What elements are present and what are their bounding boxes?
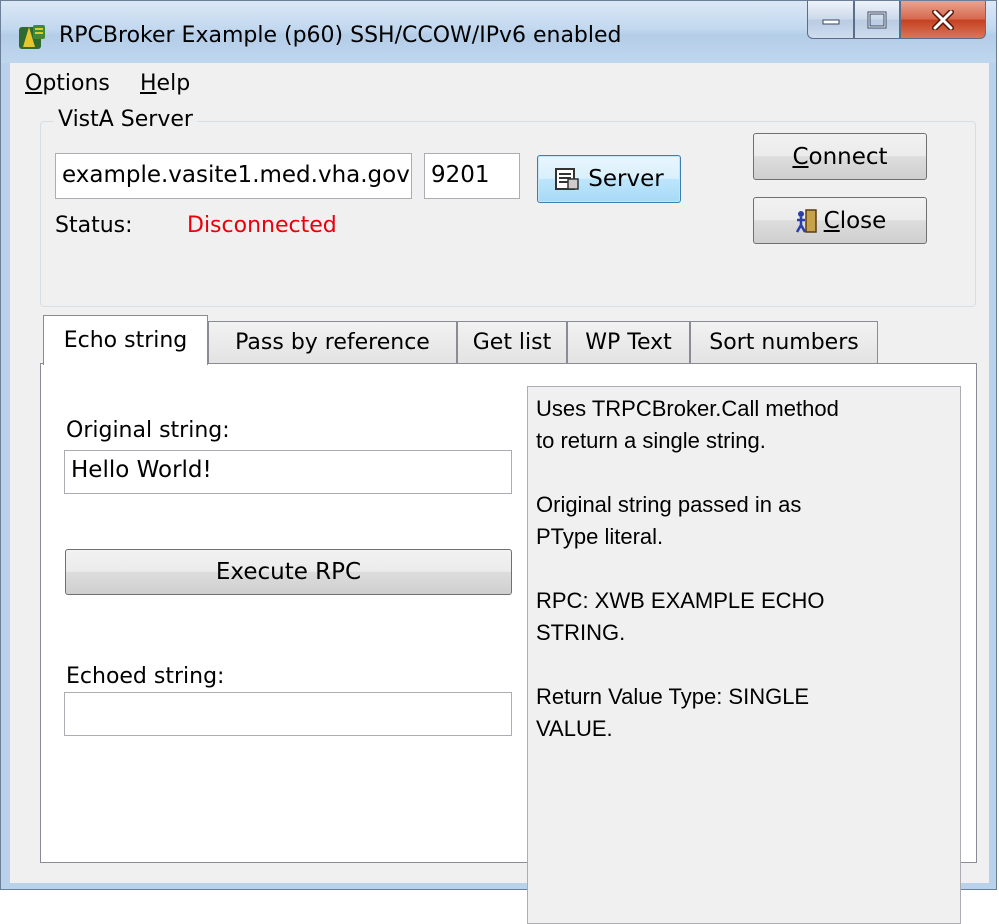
description-line: PType literal.: [536, 524, 664, 549]
door-exit-icon: [795, 208, 817, 233]
connect-button[interactable]: Connect: [753, 133, 927, 180]
minimize-button[interactable]: [807, 1, 854, 39]
description-line: to return a single string.: [536, 428, 766, 453]
maximize-icon: [867, 11, 887, 28]
title-bar[interactable]: RPCBroker Example (p60) SSH/CCOW/IPv6 en…: [1, 1, 996, 63]
menu-options[interactable]: Options: [25, 71, 110, 96]
server-button[interactable]: Server: [537, 155, 681, 203]
tab-sort-numbers[interactable]: Sort numbers: [690, 321, 878, 363]
status-label: Status:: [55, 213, 133, 238]
description-line: VALUE.: [536, 716, 613, 741]
echoed-string-input[interactable]: [64, 692, 512, 736]
status-value: Disconnected: [187, 213, 337, 238]
description-line: [536, 553, 952, 585]
maximize-button[interactable]: [854, 1, 900, 39]
execute-rpc-button[interactable]: Execute RPC: [65, 549, 512, 595]
description-line: RPC: XWB EXAMPLE ECHO: [536, 588, 825, 613]
close-button[interactable]: Close: [753, 197, 927, 244]
menu-bar: Options Help: [10, 63, 989, 103]
minimize-icon: [822, 19, 839, 24]
window-title: RPCBroker Example (p60) SSH/CCOW/IPv6 en…: [59, 23, 622, 48]
description-line: [536, 457, 952, 489]
tab-echo-string[interactable]: Echo string: [43, 315, 208, 365]
echoed-string-label: Echoed string:: [66, 664, 225, 689]
description-line: STRING.: [536, 620, 626, 645]
connect-button-label: onnect: [808, 143, 888, 170]
server-port-input[interactable]: 9201: [424, 153, 520, 199]
menu-help[interactable]: Help: [140, 71, 190, 96]
close-button-label: lose: [839, 207, 887, 234]
server-button-label: Server: [588, 166, 664, 192]
rpcbroker-app-icon: [19, 25, 45, 49]
menu-options-label: ptions: [42, 71, 110, 96]
description-line: [536, 649, 952, 681]
server-icon: [555, 168, 580, 190]
connect-button-mnemonic: C: [792, 143, 809, 170]
description-line: Uses TRPCBroker.Call method: [536, 396, 839, 421]
echo-description-memo: Uses TRPCBroker.Call method to return a …: [527, 386, 961, 924]
tab-wp-text[interactable]: WP Text: [567, 321, 690, 363]
original-string-label: Original string:: [66, 418, 230, 443]
menu-help-label: elp: [156, 71, 191, 96]
client-area: Options Help VistA Server example.vasite…: [10, 63, 989, 924]
echo-string-panel: Original string: Hello World! Execute RP…: [40, 363, 977, 924]
menu-help-mnemonic: H: [140, 71, 157, 96]
close-window-button[interactable]: [900, 1, 986, 39]
app-window: RPCBroker Example (p60) SSH/CCOW/IPv6 en…: [0, 0, 997, 924]
close-icon: [932, 9, 954, 30]
original-string-input[interactable]: Hello World!: [64, 450, 512, 494]
description-line: Original string passed in as: [536, 492, 802, 517]
server-host-input[interactable]: example.vasite1.med.vha.gov: [55, 153, 412, 199]
tab-get-list[interactable]: Get list: [457, 321, 567, 363]
vista-server-group-label: VistA Server: [54, 107, 197, 132]
close-button-mnemonic: C: [823, 207, 840, 234]
menu-options-mnemonic: O: [25, 71, 43, 96]
tab-pass-by-reference[interactable]: Pass by reference: [208, 321, 457, 363]
description-line: Return Value Type: SINGLE: [536, 684, 810, 709]
